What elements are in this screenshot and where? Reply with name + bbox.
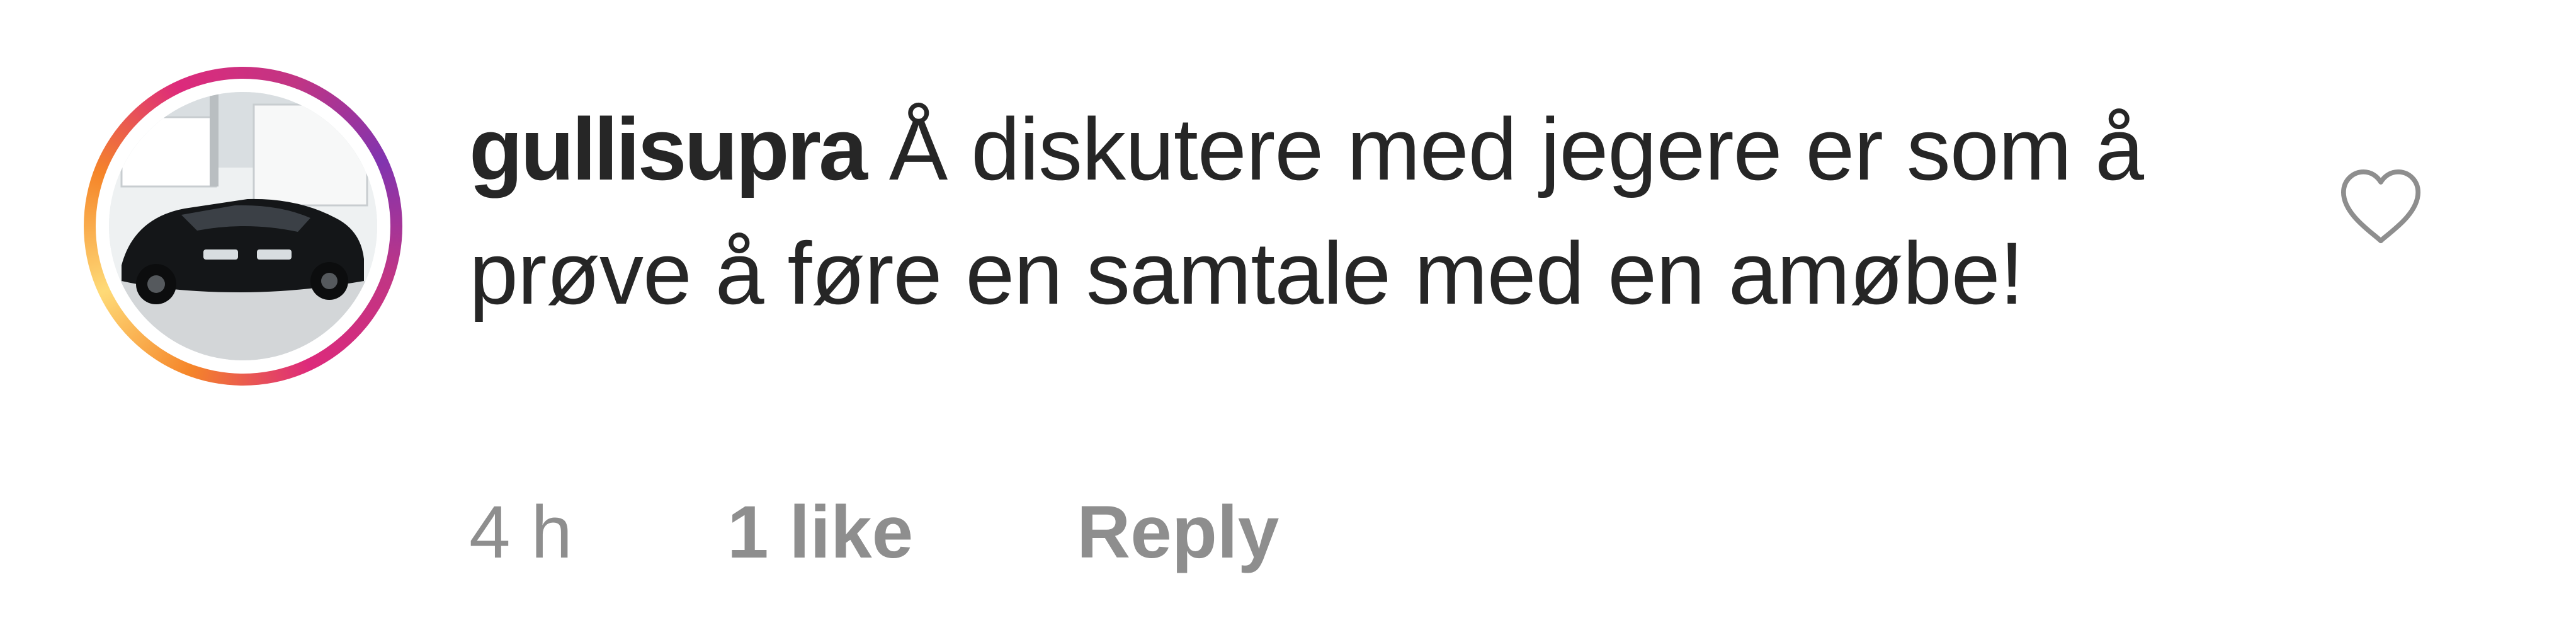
comment-username[interactable]: gullisupra [469, 100, 868, 198]
comment-item: gullisupra Å diskutere med jegere er som… [0, 0, 2576, 630]
avatar[interactable] [109, 92, 377, 360]
comment-like-count[interactable]: 1 like [727, 485, 913, 580]
comment-timestamp[interactable]: 4 h [469, 485, 572, 580]
avatar-image [109, 92, 377, 360]
comment-body: gullisupra Å diskutere med jegere er som… [469, 87, 2232, 335]
heart-outline-icon [2341, 169, 2421, 244]
reply-button[interactable]: Reply [1077, 485, 1279, 580]
story-ring[interactable] [84, 67, 402, 386]
like-button[interactable] [2336, 163, 2426, 252]
